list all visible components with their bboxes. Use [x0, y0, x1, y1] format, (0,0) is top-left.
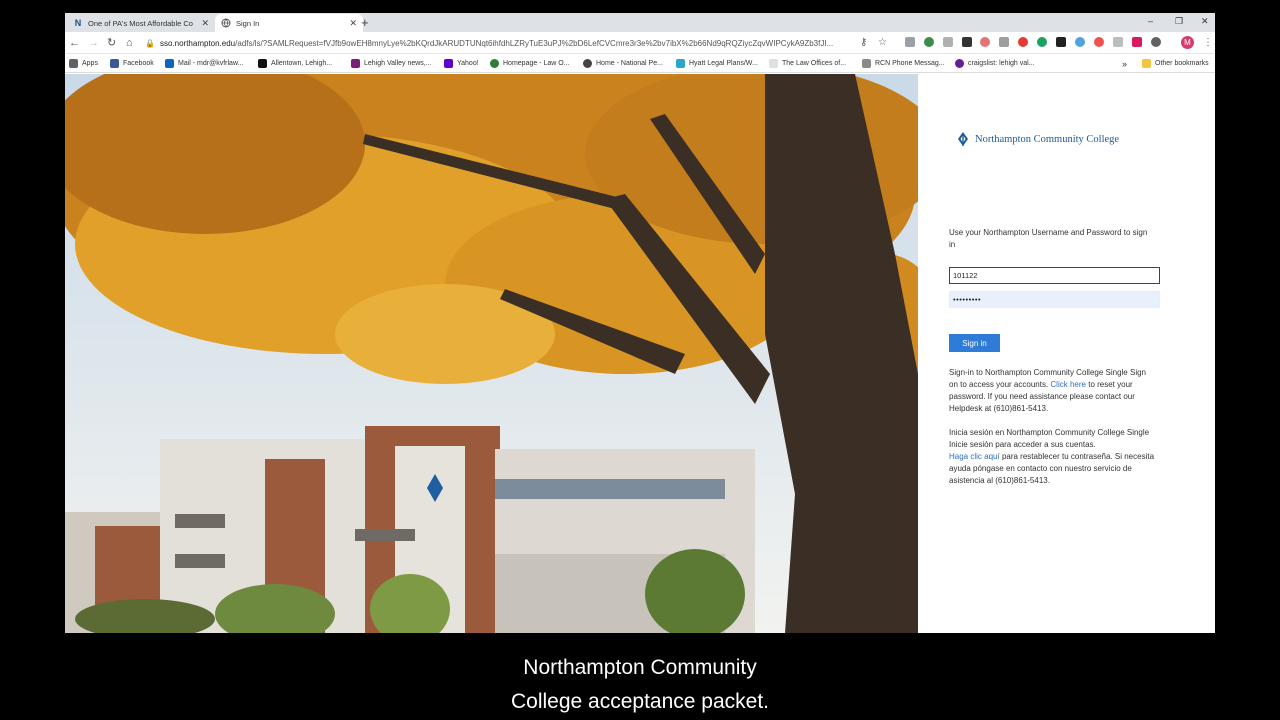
bookmark-lehigh-valley-news[interactable]: Lehigh Valley news,...	[351, 54, 432, 73]
tab-college-homepage[interactable]: N One of PA's Most Affordable Co ✕	[67, 14, 215, 32]
forward-arrow-icon[interactable]: →	[88, 35, 99, 51]
bookmark-mail[interactable]: Mail - mdr@kvfrlaw...	[165, 54, 243, 73]
reset-password-link-es[interactable]: Haga clic aquí	[949, 452, 1000, 461]
extension-icon[interactable]	[1037, 37, 1047, 47]
kebab-menu-icon[interactable]: ⋮	[1203, 35, 1213, 51]
extension-icon[interactable]	[980, 37, 990, 47]
extension-icon[interactable]	[924, 37, 934, 47]
bookmark-craigslist[interactable]: craigslist: lehigh val...	[955, 54, 1035, 73]
profile-avatar[interactable]: M	[1181, 36, 1194, 49]
tab-sign-in[interactable]: Sign In ✕	[215, 14, 363, 32]
globe-icon	[221, 18, 231, 28]
bookmark-rcn-phone[interactable]: RCN Phone Messag...	[862, 54, 945, 73]
bookmark-law-offices[interactable]: The Law Offices of...	[769, 54, 846, 73]
bookmark-hyatt-legal[interactable]: Hyatt Legal Plans/W...	[676, 54, 758, 73]
facebook-icon	[110, 59, 119, 68]
bookmark-homepage-law[interactable]: Homepage - Law O...	[490, 54, 570, 73]
campus-photo	[65, 74, 918, 633]
url-host: sso.northampton.edu	[159, 38, 236, 48]
video-caption-line-2: College acceptance packet.	[511, 690, 769, 713]
extension-icon[interactable]	[999, 37, 1009, 47]
cloud-icon[interactable]	[1075, 37, 1085, 47]
bookmark-apps[interactable]: Apps	[69, 54, 98, 73]
bookmark-yahoo[interactable]: Yahoo!	[444, 54, 479, 73]
extension-icon[interactable]	[962, 37, 972, 47]
hyatt-icon	[676, 59, 685, 68]
bookmark-national[interactable]: Home - National Pe...	[583, 54, 663, 73]
phone-icon	[862, 59, 871, 68]
more-bookmarks-chevron[interactable]: »	[1122, 54, 1127, 73]
m-logo-icon	[258, 59, 267, 68]
yahoo-icon	[444, 59, 453, 68]
spanish-help-text: Inicia sesión en Northampton Community C…	[949, 428, 1155, 485]
bookmark-other-bookmarks[interactable]: Other bookmarks	[1142, 54, 1209, 73]
outlook-icon	[165, 59, 174, 68]
username-field[interactable]	[949, 267, 1160, 284]
apps-grid-icon	[69, 59, 78, 68]
sign-in-instructions: Use your Northampton Username and Passwo…	[949, 228, 1148, 249]
key-icon[interactable]: ⚷	[860, 35, 867, 51]
peace-icon	[955, 59, 964, 68]
english-help-text: Sign-in to Northampton Community College…	[949, 368, 1146, 413]
college-logo-icon	[958, 132, 968, 146]
close-window-button[interactable]: ✕	[1201, 13, 1209, 30]
extension-icon[interactable]	[905, 37, 915, 47]
folder-icon	[1142, 59, 1151, 68]
minimize-button[interactable]: –	[1148, 13, 1153, 30]
page-icon	[769, 59, 778, 68]
bookmark-star-icon[interactable]: ☆	[878, 35, 887, 51]
maximize-button[interactable]: ❐	[1175, 13, 1183, 30]
m-logo-icon	[351, 59, 360, 68]
college-logo: Northampton Community College	[956, 132, 1119, 146]
url-path: /adfs/ls/?SAMLRequest=fVJfb9owEH8mnyLye%…	[235, 38, 834, 48]
extension-icon[interactable]	[1113, 37, 1123, 47]
tab-title: Sign In	[236, 18, 260, 28]
close-tab-icon[interactable]: ✕	[349, 18, 357, 29]
globe-icon	[490, 59, 499, 68]
new-tab-button[interactable]: +	[361, 14, 369, 31]
college-name: Northampton Community College	[975, 133, 1120, 145]
northampton-n-icon: N	[74, 18, 82, 28]
sign-in-page: Northampton Community College Use your N…	[65, 74, 1215, 633]
pinterest-icon[interactable]	[1018, 37, 1028, 47]
password-field[interactable]	[949, 291, 1160, 308]
sign-in-button[interactable]: Sign in	[949, 334, 1000, 352]
extension-icon[interactable]	[1132, 37, 1142, 47]
video-frame: N One of PA's Most Affordable Co ✕ Sign …	[0, 0, 1280, 720]
bookmark-allentown[interactable]: Allentown, Lehigh...	[258, 54, 332, 73]
sign-in-panel: Northampton Community College Use your N…	[918, 74, 1215, 633]
reload-icon[interactable]: ↻	[107, 35, 116, 51]
lock-icon[interactable]: 🔒	[145, 39, 155, 48]
extension-icon[interactable]	[1094, 37, 1104, 47]
extension-icon[interactable]	[1056, 37, 1066, 47]
globe-icon	[583, 59, 592, 68]
bookmark-facebook[interactable]: Facebook	[110, 54, 154, 73]
extension-icon[interactable]	[943, 37, 953, 47]
tab-title: One of PA's Most Affordable Co	[88, 18, 193, 28]
reset-password-link[interactable]: Click here	[1050, 380, 1086, 389]
browser-toolbar: ← → ↻ ⌂ 🔒 sso.northampton.edu/adfs/ls/?S…	[65, 32, 1215, 54]
video-caption-line-1: Northampton Community	[523, 656, 757, 679]
bookmarks-bar: Apps Facebook Mail - mdr@kvfrlaw... Alle…	[65, 54, 1215, 73]
address-bar[interactable]: 🔒 sso.northampton.edu/adfs/ls/?SAMLReque…	[145, 35, 855, 51]
close-tab-icon[interactable]: ✕	[201, 18, 209, 29]
back-arrow-icon[interactable]: ←	[69, 35, 80, 51]
extension-icon[interactable]	[1151, 37, 1161, 47]
tab-strip: N One of PA's Most Affordable Co ✕ Sign …	[65, 13, 1215, 32]
browser-window: N One of PA's Most Affordable Co ✕ Sign …	[65, 13, 1215, 633]
home-icon[interactable]: ⌂	[126, 35, 133, 51]
